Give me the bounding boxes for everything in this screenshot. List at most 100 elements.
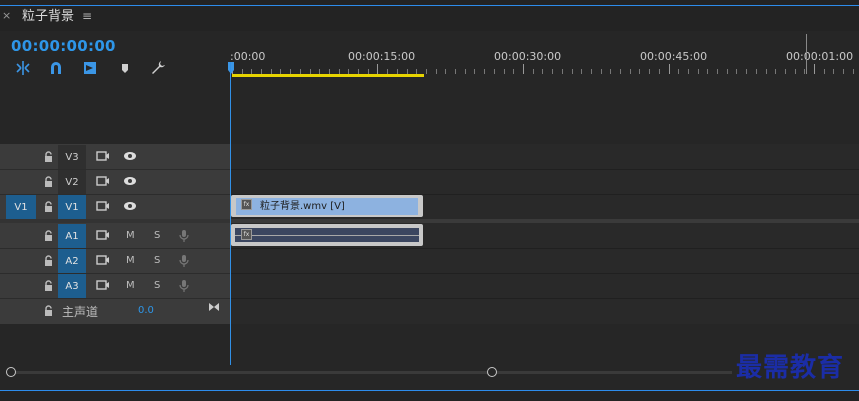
- track-header-divider: [0, 169, 230, 170]
- ruler-tick: [707, 69, 708, 74]
- ruler-tick: [639, 69, 640, 74]
- master-volume-value[interactable]: 0.0: [138, 305, 154, 316]
- track-label-v2[interactable]: V2: [58, 170, 86, 194]
- solo-button[interactable]: S: [154, 255, 160, 266]
- ruler-tick: [581, 69, 582, 74]
- ruler-tick: [610, 69, 611, 74]
- track-label-a1[interactable]: A1: [58, 224, 86, 248]
- zoom-scrollbar[interactable]: [12, 371, 732, 374]
- ruler-tick: [523, 64, 524, 74]
- audio-waveform-line: [235, 235, 419, 236]
- lock-icon[interactable]: [43, 280, 54, 292]
- solo-button[interactable]: S: [154, 230, 160, 241]
- track-divider: [231, 169, 859, 170]
- ruler-tick: [669, 64, 670, 74]
- track-label-v1[interactable]: V1: [58, 195, 86, 219]
- ruler-tick: [843, 69, 844, 74]
- av-divider[interactable]: [231, 219, 859, 223]
- ruler-tick: [678, 69, 679, 74]
- lock-icon[interactable]: [43, 255, 54, 267]
- toggle-sync-lock-icon[interactable]: [96, 279, 110, 294]
- ruler-tick: [736, 69, 737, 74]
- microphone-icon[interactable]: [179, 254, 189, 271]
- fx-badge-icon: fx: [241, 199, 252, 210]
- ruler-tick: [649, 69, 650, 74]
- video-clip-label: 粒子背景.wmv [V]: [260, 201, 345, 212]
- lock-icon[interactable]: [43, 305, 54, 317]
- ruler-tick: [766, 69, 767, 74]
- mute-button[interactable]: M: [126, 280, 135, 291]
- ruler-tick: [727, 69, 728, 74]
- eye-icon[interactable]: [123, 151, 137, 164]
- ruler-tick: [785, 69, 786, 74]
- track-label-a3[interactable]: A3: [58, 274, 86, 298]
- toggle-sync-lock-icon[interactable]: [96, 150, 110, 165]
- track-header-divider: [0, 273, 230, 274]
- fx-badge-icon: fx: [241, 229, 252, 240]
- playhead-line[interactable]: [230, 62, 231, 365]
- ruler-tick: [572, 69, 573, 74]
- ruler-tick: [377, 64, 378, 74]
- ruler-tick: [445, 69, 446, 74]
- ruler-tick: [494, 69, 495, 74]
- ruler-tick: [513, 69, 514, 74]
- ruler-tick: [562, 69, 563, 74]
- track-header-divider: [0, 248, 230, 249]
- ruler-tick: [795, 69, 796, 74]
- ruler-tick: [426, 69, 427, 74]
- ruler-tick: [746, 69, 747, 74]
- microphone-icon[interactable]: [179, 279, 189, 296]
- ruler-tick: [552, 69, 553, 74]
- watermark: 最需教育: [736, 353, 845, 383]
- ruler-tick: [504, 69, 505, 74]
- track-divider: [231, 298, 859, 299]
- track-label-v3[interactable]: V3: [58, 145, 86, 169]
- mute-button[interactable]: M: [126, 230, 135, 241]
- mute-button[interactable]: M: [126, 255, 135, 266]
- solo-button[interactable]: S: [154, 280, 160, 291]
- eye-icon[interactable]: [123, 176, 137, 189]
- ruler-tick: [804, 69, 805, 74]
- ruler-tick: [853, 69, 854, 74]
- ruler-tick: [814, 64, 815, 74]
- ruler-tick: [824, 69, 825, 74]
- lock-icon[interactable]: [43, 176, 54, 188]
- go-to-in-out-icon[interactable]: [208, 302, 220, 315]
- playhead-handle[interactable]: [228, 62, 234, 77]
- source-patch-v1[interactable]: V1: [6, 195, 36, 219]
- lock-icon[interactable]: [43, 230, 54, 242]
- ruler-tick: [484, 69, 485, 74]
- track-header-divider: [0, 298, 230, 299]
- zoom-handle-right[interactable]: [487, 367, 497, 377]
- eye-icon[interactable]: [123, 201, 137, 214]
- track-divider: [231, 248, 859, 249]
- ruler-tick: [688, 69, 689, 74]
- work-area-bar[interactable]: [232, 74, 424, 77]
- ruler-tick: [436, 69, 437, 74]
- toggle-sync-lock-icon[interactable]: [96, 200, 110, 215]
- toggle-sync-lock-icon[interactable]: [96, 175, 110, 190]
- toggle-sync-lock-icon[interactable]: [96, 229, 110, 244]
- ruler-ticks: [0, 0, 859, 80]
- zoom-handle-left[interactable]: [6, 367, 16, 377]
- ruler-tick: [542, 69, 543, 74]
- microphone-icon[interactable]: [179, 229, 189, 246]
- toggle-sync-lock-icon[interactable]: [96, 254, 110, 269]
- track-divider: [231, 273, 859, 274]
- track-label-a2[interactable]: A2: [58, 249, 86, 273]
- ruler-tick: [659, 69, 660, 74]
- master-track-label: 主声道: [62, 305, 99, 319]
- ruler-tick: [474, 69, 475, 74]
- track-headers: [0, 144, 230, 324]
- timeline-footer: [0, 324, 859, 391]
- lock-icon[interactable]: [43, 201, 54, 213]
- lock-icon[interactable]: [43, 151, 54, 163]
- ruler-tick: [591, 69, 592, 74]
- ruler-tick: [465, 69, 466, 74]
- ruler-tick: [455, 69, 456, 74]
- ruler-tick: [620, 69, 621, 74]
- ruler-tick: [630, 69, 631, 74]
- ruler-tick: [775, 69, 776, 74]
- ruler-tick: [698, 69, 699, 74]
- panel-footer: [0, 391, 859, 401]
